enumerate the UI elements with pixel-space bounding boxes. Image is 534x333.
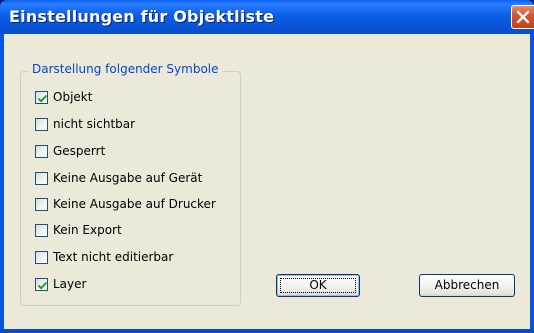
checkbox-box[interactable]	[35, 224, 48, 237]
checkbox-box[interactable]	[35, 172, 48, 185]
check-icon	[37, 281, 48, 290]
close-button[interactable]	[511, 5, 534, 29]
checkbox-label: Text nicht editierbar	[53, 250, 174, 264]
checkbox-label: Objekt	[53, 90, 93, 104]
checkbox-label: Keine Ausgabe auf Drucker	[53, 197, 216, 211]
checkbox-label: Kein Export	[53, 223, 122, 237]
check-icon	[37, 94, 48, 103]
checkbox-label: Gesperrt	[53, 144, 106, 158]
window-frame-right	[530, 34, 534, 333]
checkbox-box[interactable]	[35, 91, 48, 104]
symbol-group-box	[20, 71, 241, 306]
checkbox-label: nicht sichtbar	[53, 117, 136, 131]
title-bar[interactable]: Einstellungen für Objektliste	[0, 0, 534, 34]
close-icon	[516, 10, 530, 24]
checkbox-box[interactable]	[35, 118, 48, 131]
cancel-button[interactable]: Abbrechen	[419, 274, 515, 297]
checkbox-box[interactable]	[35, 278, 48, 291]
group-box-title: Darstellung folgender Symbole	[29, 62, 222, 76]
checkbox-box[interactable]	[35, 145, 48, 158]
checkbox-box[interactable]	[35, 251, 48, 264]
window-title: Einstellungen für Objektliste	[9, 7, 275, 26]
dialog-window: Einstellungen für Objektliste Darstellun…	[0, 0, 534, 333]
checkbox-box[interactable]	[35, 198, 48, 211]
window-frame-bottom	[0, 329, 534, 333]
cancel-button-label: Abbrechen	[434, 278, 500, 292]
focus-rectangle	[280, 278, 356, 293]
checkbox-label: Keine Ausgabe auf Gerät	[53, 171, 203, 185]
checkbox-label: Layer	[53, 277, 87, 291]
ok-button[interactable]: OK	[276, 274, 360, 297]
